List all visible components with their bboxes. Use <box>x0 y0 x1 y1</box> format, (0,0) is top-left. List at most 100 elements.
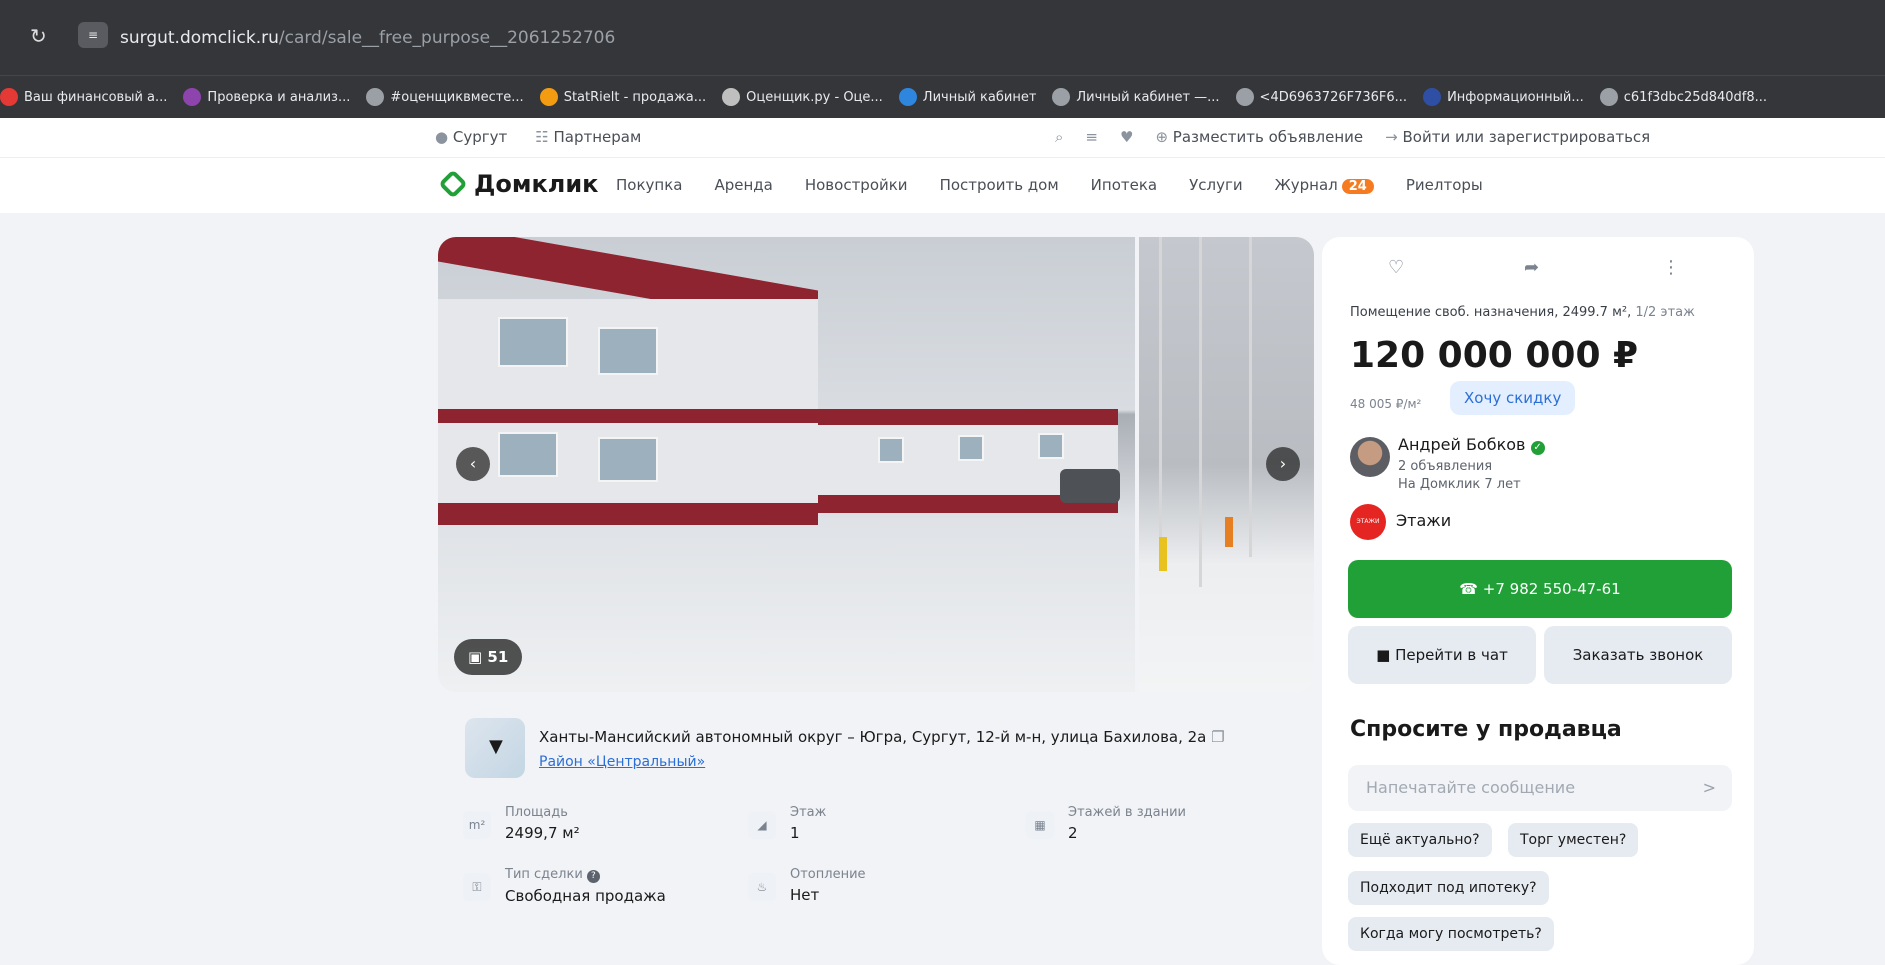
photo-gallery[interactable]: ‹ ▣ 51 › <box>438 237 1314 692</box>
nav-item-mortgage[interactable]: Ипотека <box>1091 176 1157 194</box>
login-icon: → <box>1385 128 1398 146</box>
agency-name[interactable]: Этажи <box>1396 511 1451 530</box>
message-input[interactable]: Напечатайте сообщение > <box>1348 765 1732 811</box>
bookmark-label: #оценщиквместе... <box>390 89 524 105</box>
param-heating: ♨ Отопление Нет <box>748 867 866 904</box>
district-link[interactable]: Район «Центральный» <box>539 754 705 770</box>
reload-icon[interactable]: ↻ <box>30 24 47 48</box>
nav-item-services[interactable]: Услуги <box>1189 176 1242 194</box>
city-selector[interactable]: ● Сургут <box>435 128 507 146</box>
domclick-logo[interactable]: Домклик <box>438 169 598 199</box>
address-bar[interactable]: surgut.domclick.ru/card/sale__free_purpo… <box>120 28 615 48</box>
browser-urlbar: ↻ ≡ surgut.domclick.ru/card/sale__free_p… <box>0 0 1885 75</box>
agency-logo[interactable]: ЭТАЖИ <box>1350 504 1386 540</box>
bookmark-favicon-icon <box>366 88 385 106</box>
parked-car <box>1060 469 1120 503</box>
building-stripe <box>438 409 818 423</box>
nav-item-realtors[interactable]: Риелторы <box>1406 176 1483 194</box>
bookmark-label: Ваш финансовый а... <box>24 89 168 105</box>
bookmark-favicon-icon <box>1423 88 1442 106</box>
bookmark-item[interactable]: Личный кабинет <box>898 88 1037 106</box>
partners-icon: ☷ <box>535 128 549 146</box>
bookmark-label: Проверка и анализ... <box>207 89 351 105</box>
main-photo[interactable]: ‹ ▣ 51 <box>438 237 1135 692</box>
bookmark-label: StatRielt - продажа... <box>563 89 707 105</box>
annex-roof <box>818 409 1118 425</box>
copy-icon[interactable]: ❐ <box>1211 728 1224 746</box>
quick-question-chip[interactable]: Ещё актуально? <box>1348 823 1492 857</box>
site-info-icon[interactable]: ≡ <box>78 22 108 48</box>
bollard <box>1225 517 1233 547</box>
call-button[interactable]: ☎ +7 982 550-47-61 <box>1348 560 1732 618</box>
partners-link[interactable]: ☷ Партнерам <box>535 128 641 146</box>
bookmark-favicon-icon <box>539 88 558 106</box>
param-floor: ◢ Этаж 1 <box>748 805 826 842</box>
nav-item-new-buildings[interactable]: Новостройки <box>805 176 908 194</box>
price-per-m2: 48 005 ₽/м² <box>1350 397 1422 411</box>
quick-question-chip[interactable]: Торг уместен? <box>1508 823 1639 857</box>
bookmark-item[interactable]: Проверка и анализ... <box>183 88 350 106</box>
param-deal-type: ⚿ Тип сделки ? Свободная продажа <box>463 867 666 905</box>
post-ad-button[interactable]: ⊕ Разместить объявление <box>1155 128 1363 146</box>
quick-question-chip[interactable]: Когда могу посмотреть? <box>1348 917 1554 951</box>
avatar[interactable] <box>1350 437 1390 477</box>
agent-since: На Домклик 7 лет <box>1398 477 1521 492</box>
nav-item-journal[interactable]: Журнал 24 <box>1275 176 1374 194</box>
quick-question-chip[interactable]: Подходит под ипотеку? <box>1348 871 1549 905</box>
verified-check-icon: ✓ <box>1530 441 1545 455</box>
send-icon[interactable]: > <box>1703 765 1716 811</box>
nav-item-buy[interactable]: Покупка <box>616 176 682 194</box>
share-icon[interactable]: ➦ <box>1524 257 1539 278</box>
bookmark-item[interactable]: Личный кабинет —... <box>1052 88 1220 106</box>
bookmark-item[interactable]: <4D6963726F736F6... <box>1235 88 1407 106</box>
favorites-heart-icon[interactable]: ♥ <box>1120 128 1133 146</box>
gallery-next-button[interactable]: › <box>1266 447 1300 481</box>
phone-icon: ☎ <box>1459 580 1478 598</box>
nav-item-build-house[interactable]: Построить дом <box>940 176 1059 194</box>
bookmark-favicon-icon <box>1052 88 1071 106</box>
main-navigation: Домклик Покупка Аренда Новостройки Постр… <box>0 158 1885 213</box>
bookmark-label: Личный кабинет <box>922 89 1037 105</box>
bookmark-item[interactable]: Информационный... <box>1423 88 1584 106</box>
address-text: Ханты-Мансийский автономный округ – Югра… <box>539 728 1225 746</box>
area-icon: m² <box>463 811 491 839</box>
offer-title: Помещение своб. назначения, 2499.7 м², 1… <box>1350 305 1695 320</box>
login-button[interactable]: → Войти или зарегистрироваться <box>1385 128 1650 146</box>
compare-icon[interactable]: ≡ <box>1085 128 1098 146</box>
gallery-prev-button[interactable]: ‹ <box>456 447 490 481</box>
building-icon: ▦ <box>1026 811 1054 839</box>
window <box>1038 433 1064 459</box>
ask-seller-title: Спросите у продавца <box>1350 717 1622 742</box>
callback-button[interactable]: Заказать звонок <box>1544 626 1732 684</box>
bookmark-item[interactable]: c61f3dbc25d840df8... <box>1599 88 1767 106</box>
bookmark-favicon-icon <box>898 88 917 106</box>
chat-button[interactable]: ■ Перейти в чат <box>1348 626 1536 684</box>
bookmark-favicon-icon <box>0 88 18 106</box>
photo-count-badge[interactable]: ▣ 51 <box>454 639 523 675</box>
help-icon[interactable]: ? <box>586 870 600 883</box>
bookmark-item[interactable]: Оценщик.ру - Оце... <box>722 88 883 106</box>
window <box>878 437 904 463</box>
url-path: /card/sale__free_purpose__2061252706 <box>278 28 616 48</box>
chat-icon: ■ <box>1376 646 1391 664</box>
window <box>958 435 984 461</box>
mini-map[interactable]: ▼ <box>465 718 525 778</box>
param-floors-total: ▦ Этажей в здании 2 <box>1026 805 1186 842</box>
favorite-heart-icon[interactable]: ♡ <box>1388 257 1404 278</box>
window <box>498 432 558 477</box>
agent-name[interactable]: Андрей Бобков ✓ <box>1398 435 1545 455</box>
bookmark-favicon-icon <box>722 88 741 106</box>
agent-ads-count[interactable]: 2 объявления <box>1398 459 1492 474</box>
bookmark-favicon-icon <box>1235 88 1254 106</box>
map-pin-icon: ▼ <box>489 736 503 757</box>
bookmark-label: Личный кабинет —... <box>1076 89 1220 105</box>
bookmark-item[interactable]: Ваш финансовый а... <box>0 88 167 106</box>
bookmark-item[interactable]: StatRielt - продажа... <box>539 88 707 106</box>
search-icon[interactable]: ⌕ <box>1055 128 1063 146</box>
side-photo[interactable]: › <box>1139 237 1314 692</box>
nav-item-rent[interactable]: Аренда <box>714 176 772 194</box>
more-menu-icon[interactable]: ⋮ <box>1662 257 1680 278</box>
discount-button[interactable]: Хочу скидку <box>1450 381 1576 415</box>
price: 120 000 000 ₽ <box>1350 335 1639 376</box>
bookmark-item[interactable]: #оценщиквместе... <box>366 88 524 106</box>
